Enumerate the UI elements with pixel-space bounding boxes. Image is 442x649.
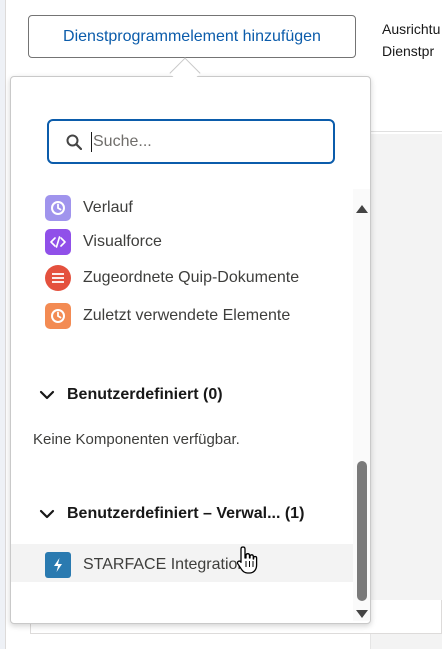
list-item-label: Visualforce	[83, 233, 162, 250]
empty-message: Keine Komponenten verfügbar.	[33, 431, 240, 448]
section-label: Benutzerdefiniert – Verwal... (1)	[67, 505, 305, 522]
clock-icon	[45, 195, 71, 221]
list-item-label: Zugeordnete Quip-Dokumente	[83, 269, 300, 286]
list-item-label: Zuletzt verwendete Elemente	[83, 307, 291, 324]
utility-item-popover: Verlauf Visualforce Zugeordnete Quip-Dok…	[10, 76, 371, 624]
canvas-area	[370, 134, 442, 649]
quip-icon	[45, 265, 71, 291]
list-item-recent[interactable]: Zuletzt verwendete Elemente	[11, 299, 356, 333]
code-icon	[45, 229, 71, 255]
list-item-starface[interactable]: STARFACE Integration	[11, 548, 356, 582]
hand-cursor-icon	[236, 546, 258, 574]
scrollbar-thumb[interactable]	[357, 461, 367, 601]
section-label: Benutzerdefiniert (0)	[67, 386, 223, 403]
clock-icon	[45, 303, 71, 329]
scroll-down-arrow-icon[interactable]	[356, 610, 368, 618]
lightning-icon	[45, 552, 71, 578]
scroll-up-arrow-icon[interactable]	[356, 205, 368, 213]
alignment-label-line1: Ausrichtu	[382, 21, 441, 37]
section-custom[interactable]: Benutzerdefiniert (0)	[11, 380, 356, 410]
add-utility-item-button[interactable]: Dienstprogrammelement hinzufügen	[28, 15, 356, 58]
chevron-down-icon	[39, 509, 55, 519]
section-custom-managed[interactable]: Benutzerdefiniert – Verwal... (1)	[11, 499, 356, 529]
alignment-label: Ausrichtu Dienstpr	[382, 18, 440, 62]
left-edge	[0, 0, 6, 649]
list-item-visualforce[interactable]: Visualforce	[11, 225, 356, 259]
divider	[370, 131, 442, 132]
list-item-verlauf[interactable]: Verlauf	[11, 191, 356, 225]
alignment-label-line2: Dienstpr	[382, 43, 435, 59]
list-item-quip[interactable]: Zugeordnete Quip-Dokumente	[11, 261, 356, 295]
list-item-label: Verlauf	[83, 199, 133, 216]
list-item-label: STARFACE Integration	[83, 556, 247, 573]
search-box[interactable]	[47, 119, 335, 164]
search-icon	[65, 133, 83, 151]
search-input[interactable]	[93, 132, 303, 151]
text-caret	[91, 131, 92, 152]
chevron-down-icon	[39, 390, 55, 400]
